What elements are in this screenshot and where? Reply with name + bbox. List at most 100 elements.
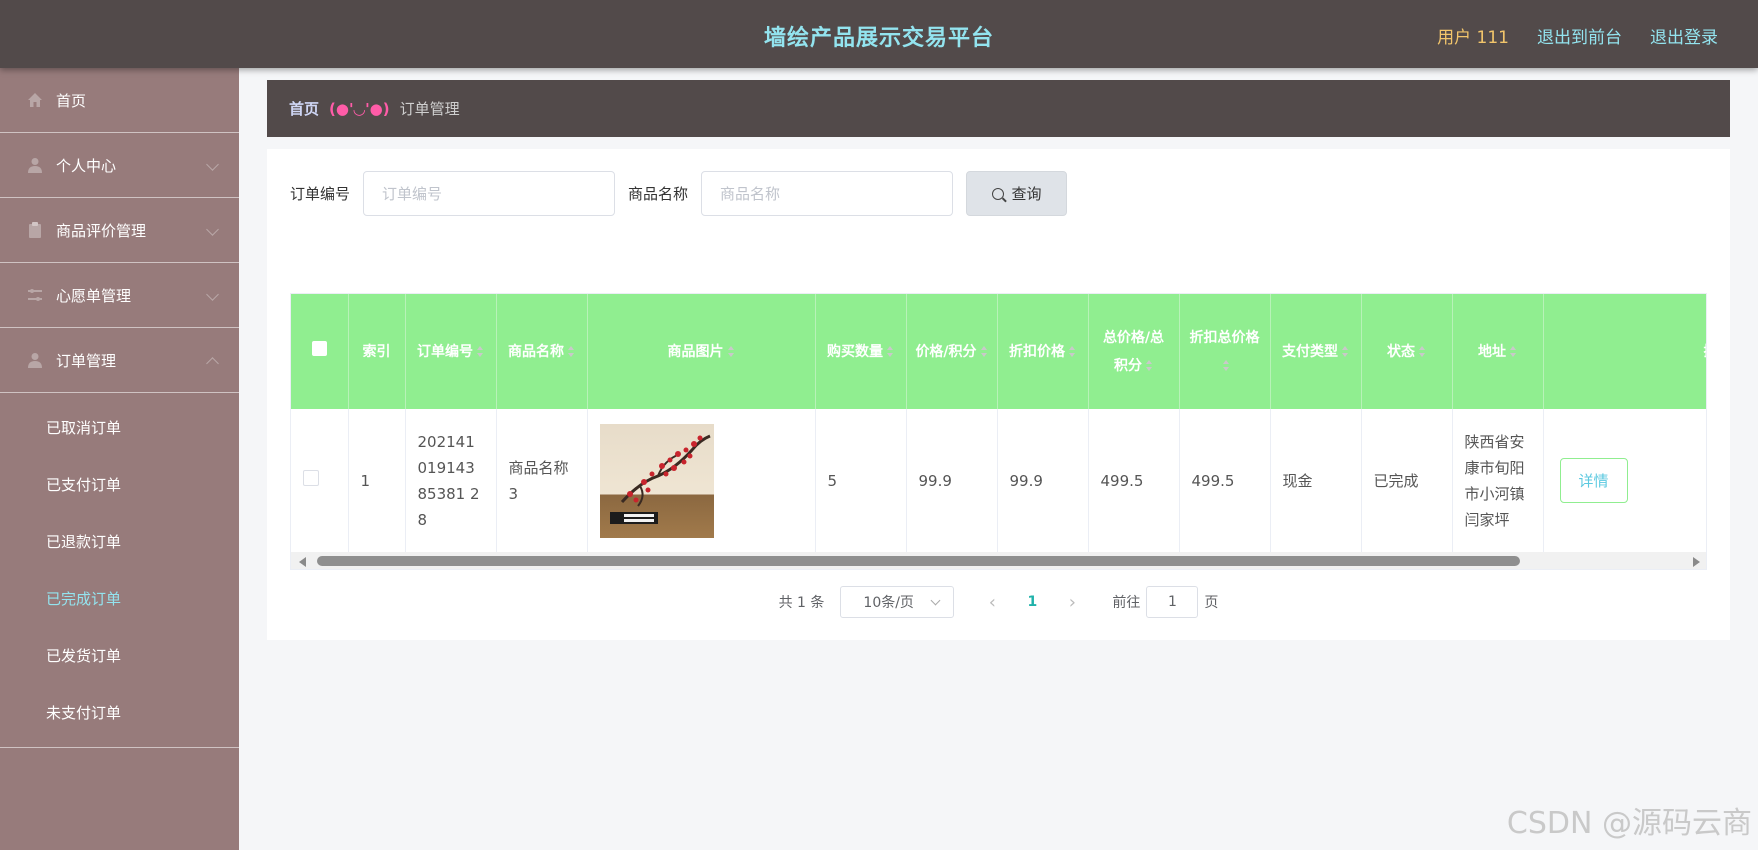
column-header[interactable]: 地址 <box>1452 294 1544 409</box>
query-button[interactable]: 查询 <box>966 171 1068 216</box>
sliders-icon <box>26 286 44 304</box>
submenu-item-refunded-orders[interactable]: 已退款订单 <box>0 513 239 570</box>
column-header[interactable]: 总价格/总积分 <box>1088 294 1180 409</box>
sidebar-item-label: 订单管理 <box>56 351 117 370</box>
order-submenu: 已取消订单 已支付订单 已退款订单 已完成订单 已发货订单 未支付订单 <box>0 393 239 748</box>
orders-table: 索引 订单编号 商品名称 商品图片 购买数量 价格/积分 折扣价格 总价格/总积… <box>290 293 1707 570</box>
sidebar-item-personal-center[interactable]: 个人中心 <box>0 133 239 198</box>
column-header[interactable]: 购买数量 <box>815 294 907 409</box>
sidebar-item-label: 首页 <box>56 91 87 110</box>
column-header[interactable]: 商品名称 <box>496 294 588 409</box>
search-icon <box>991 187 1004 200</box>
horizontal-scrollbar[interactable] <box>291 552 1706 569</box>
sort-icon[interactable] <box>568 346 575 357</box>
column-header[interactable]: 折扣价格 <box>997 294 1089 409</box>
column-header[interactable]: 订单编号 <box>405 294 497 409</box>
breadcrumb-current: 订单管理 <box>399 100 460 118</box>
submenu-item-cancelled-orders[interactable]: 已取消订单 <box>0 399 239 456</box>
user-icon <box>26 351 44 369</box>
chevron-down-icon <box>206 158 219 171</box>
scroll-left-icon[interactable] <box>299 557 306 567</box>
sort-icon[interactable] <box>1069 346 1076 357</box>
page-suffix: 页 <box>1204 595 1219 611</box>
search-form: 订单编号 商品名称 查询 <box>290 171 1068 216</box>
discount-price-cell: 99.9 <box>997 409 1089 554</box>
product-name-cell: 商品名称3 <box>496 409 588 554</box>
sort-icon[interactable] <box>1146 360 1153 371</box>
user-label: 用户 111 <box>1437 28 1509 48</box>
sidebar: 首页 个人中心 商品评价管理 心愿单管理 订单管理 已取消订单 已支付订单 已退… <box>0 68 239 850</box>
logout-link[interactable]: 退出登录 <box>1650 23 1718 48</box>
clipboard-icon <box>26 221 44 239</box>
sort-icon[interactable] <box>1419 346 1426 357</box>
sort-icon[interactable] <box>1223 360 1230 371</box>
order-no-input[interactable] <box>363 171 616 216</box>
sidebar-item-label: 个人中心 <box>56 156 117 175</box>
sidebar-item-wishlist-management[interactable]: 心愿单管理 <box>0 263 239 328</box>
column-header[interactable]: 商品图片 <box>587 294 816 409</box>
detail-button[interactable]: 详情 <box>1559 458 1628 504</box>
prev-page-button[interactable]: ‹ <box>974 586 1010 618</box>
pagination: 共 1 条 10条/页 ‹ 1 › 前往 页 <box>267 586 1730 618</box>
next-page-button[interactable]: › <box>1054 586 1090 618</box>
sort-icon[interactable] <box>1510 346 1517 357</box>
sort-icon[interactable] <box>727 346 735 357</box>
table-row: 1 20214101914385381 28 商品名称3 5 99.9 99.9… <box>291 409 1706 554</box>
column-header[interactable]: 状态 <box>1361 294 1453 409</box>
scroll-right-icon[interactable] <box>1693 557 1700 567</box>
sort-icon[interactable] <box>477 346 484 357</box>
goto-page-input[interactable] <box>1146 586 1199 618</box>
column-header: 操作 <box>1543 294 1706 409</box>
row-select-cell <box>291 409 349 554</box>
chevron-down-icon <box>930 595 941 606</box>
header-actions: 用户 111 退出到前台 退出登录 <box>1437 23 1718 48</box>
main-panel: 订单编号 商品名称 查询 索引 订单编号 商品名称 商品图片 购买 <box>267 149 1730 640</box>
chevron-down-icon <box>206 223 219 236</box>
sort-icon[interactable] <box>1342 346 1349 357</box>
exit-to-front-link[interactable]: 退出到前台 <box>1537 23 1622 48</box>
page-size-select[interactable]: 10条/页 <box>840 586 955 618</box>
sidebar-item-label: 心愿单管理 <box>56 286 132 305</box>
table-header-row: 索引 订单编号 商品名称 商品图片 购买数量 价格/积分 折扣价格 总价格/总积… <box>291 294 1706 409</box>
order-no-label: 订单编号 <box>290 185 351 203</box>
select-all-checkbox[interactable] <box>311 340 327 356</box>
pay-type-cell: 现金 <box>1270 409 1362 554</box>
chevron-down-icon <box>206 288 219 301</box>
sidebar-item-label: 商品评价管理 <box>56 221 147 240</box>
actions-cell: 详情 <box>1543 409 1706 554</box>
column-header[interactable]: 折扣总价格 <box>1179 294 1271 409</box>
query-button-label: 查询 <box>1011 185 1042 203</box>
price-cell: 99.9 <box>906 409 998 554</box>
goto-label: 前往 <box>1112 595 1141 611</box>
submenu-item-shipped-orders[interactable]: 已发货订单 <box>0 627 239 684</box>
row-checkbox[interactable] <box>303 469 319 486</box>
sidebar-item-review-management[interactable]: 商品评价管理 <box>0 198 239 263</box>
product-name-input[interactable] <box>701 171 954 216</box>
product-image-cell <box>587 409 816 554</box>
sort-icon[interactable] <box>887 346 894 357</box>
chevron-up-icon <box>206 357 219 370</box>
sort-icon[interactable] <box>980 346 988 357</box>
wall-painting-image <box>609 434 711 524</box>
sidebar-item-home[interactable]: 首页 <box>0 68 239 133</box>
page-size-value: 10条/页 <box>863 595 914 611</box>
submenu-item-unpaid-orders[interactable]: 未支付订单 <box>0 684 239 741</box>
submenu-item-completed-orders[interactable]: 已完成订单 <box>0 570 239 627</box>
column-header: 索引 <box>348 294 406 409</box>
top-header: 墙绘产品展示交易平台 用户 111 退出到前台 退出登录 <box>0 0 1758 68</box>
scrollbar-thumb[interactable] <box>317 556 1520 566</box>
address-cell: 陕西省安康市旬阳市小河镇闫家坪 <box>1452 409 1544 554</box>
status-cell: 已完成 <box>1361 409 1453 554</box>
order-no-cell: 20214101914385381 28 <box>405 409 497 554</box>
breadcrumb-separator: (●'◡'●) <box>329 99 390 118</box>
column-header[interactable]: 支付类型 <box>1270 294 1362 409</box>
sidebar-item-order-management[interactable]: 订单管理 <box>0 328 239 393</box>
select-all-cell <box>291 294 349 409</box>
page-number-button[interactable]: 1 <box>1010 586 1054 618</box>
product-name-label: 商品名称 <box>628 185 689 203</box>
breadcrumb-home[interactable]: 首页 <box>289 98 319 119</box>
submenu-item-paid-orders[interactable]: 已支付订单 <box>0 456 239 513</box>
column-header[interactable]: 价格/积分 <box>906 294 998 409</box>
quantity-cell: 5 <box>815 409 907 554</box>
product-thumbnail[interactable] <box>599 423 714 538</box>
